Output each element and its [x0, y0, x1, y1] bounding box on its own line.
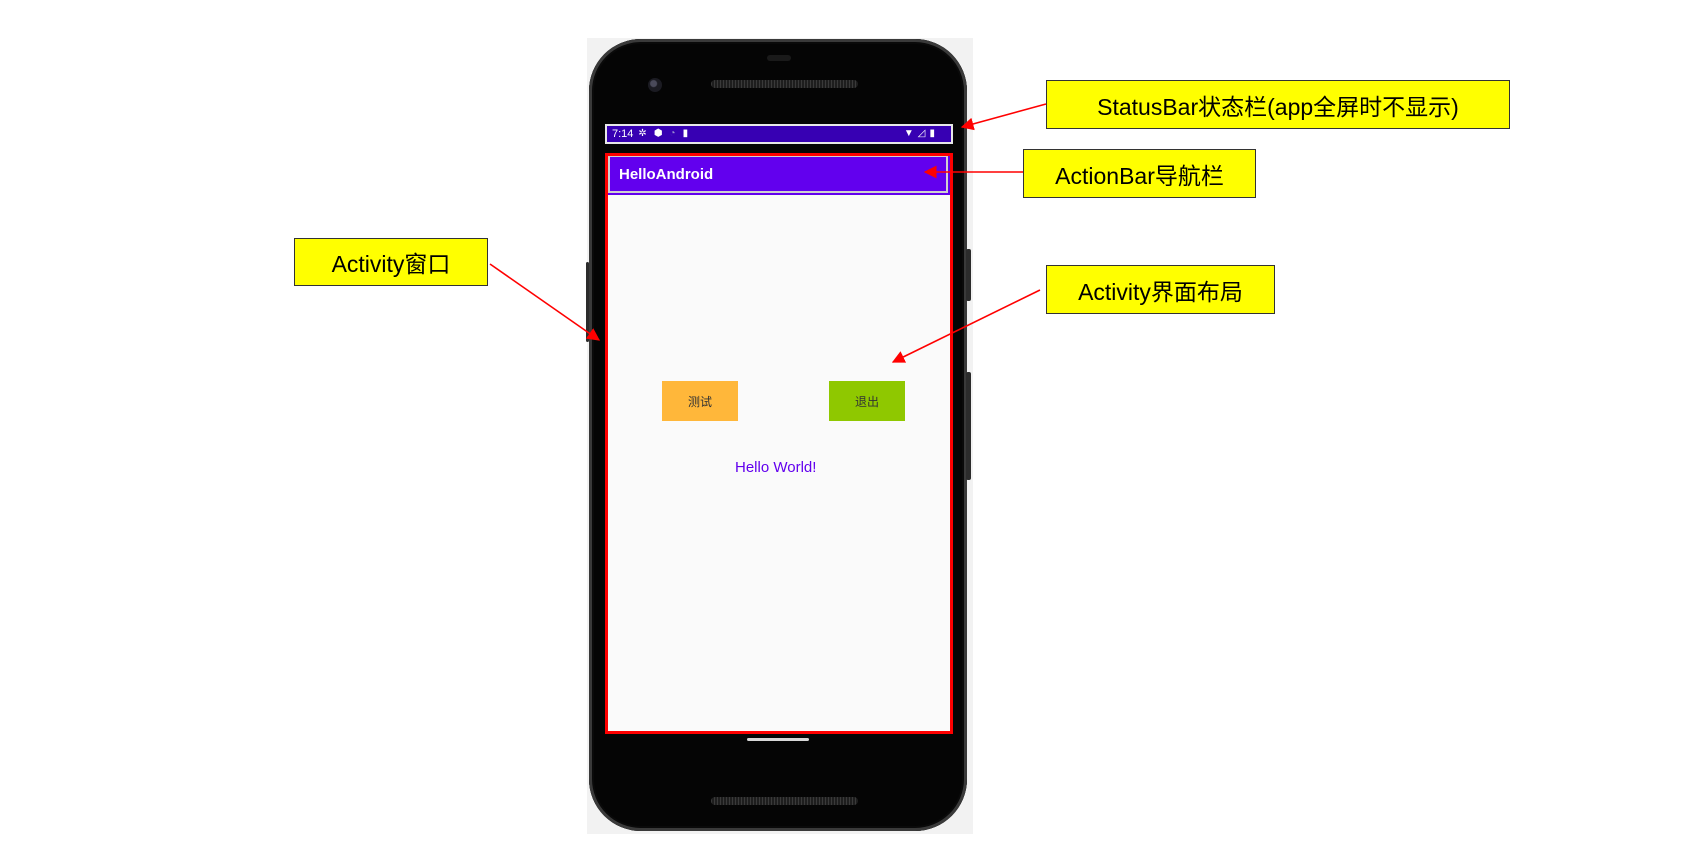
arrow-activity-window — [489, 263, 601, 341]
activity-window-label: Activity窗口 — [294, 238, 488, 286]
arrow-status-bar — [960, 103, 1047, 131]
activity-layout-label: Activity界面布局 — [1046, 265, 1275, 314]
status-bar-label: StatusBar状态栏(app全屏时不显示) — [1046, 80, 1510, 129]
action-bar-label: ActionBar导航栏 — [1023, 149, 1256, 198]
arrow-activity-layout — [891, 289, 1041, 363]
